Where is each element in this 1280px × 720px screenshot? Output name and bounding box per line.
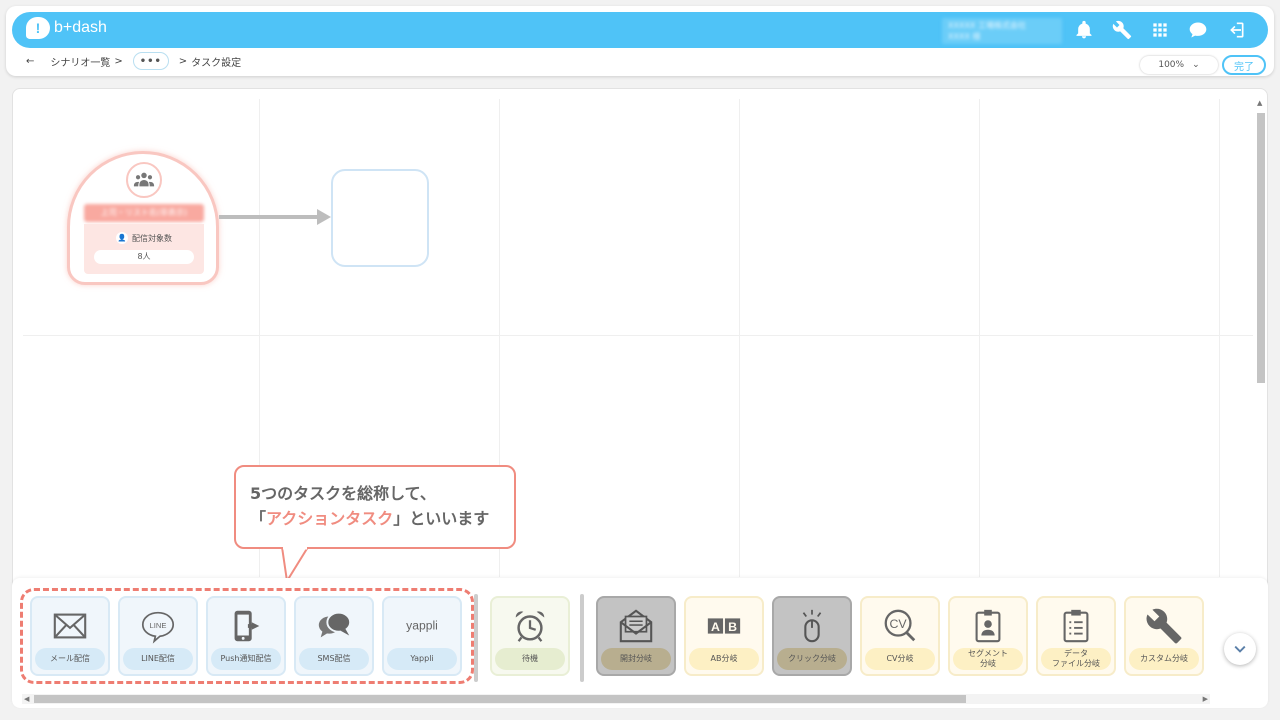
task-ab-branch[interactable]: AB AB分岐 — [684, 596, 764, 676]
user-info[interactable]: XXXXX 工場株式会社 XXXX 様 — [942, 18, 1062, 44]
back-button[interactable]: ← — [26, 56, 34, 67]
task-label: クリック分岐 — [777, 648, 847, 670]
user-company: XXXXX 工場株式会社 — [948, 21, 1026, 30]
logo-text: b+dash — [54, 19, 107, 36]
svg-text:A: A — [711, 620, 720, 634]
start-node-name: 上司・リスト名(非表示) — [84, 204, 204, 222]
callout-annotation: 5つのタスクを総称して、 「アクションタスク」といいます — [234, 465, 516, 549]
person-icon: 👤 — [116, 232, 128, 244]
breadcrumb-separator: > — [178, 55, 188, 67]
logo-mark-icon: ! — [26, 17, 50, 39]
action-tasks-highlight — [20, 588, 474, 684]
task-label: カスタム分岐 — [1129, 648, 1199, 670]
task-cv-branch[interactable]: CV CV分岐 — [860, 596, 940, 676]
start-node-body: 👤 配信対象数 8人 — [84, 224, 204, 274]
palette-divider — [474, 594, 478, 682]
chevron-down-icon — [1234, 645, 1246, 653]
grid-line — [23, 335, 1253, 336]
grid-line — [979, 99, 980, 577]
task-label: データ ファイル分岐 — [1041, 648, 1111, 670]
logo[interactable]: ! b+dash — [26, 17, 107, 39]
task-label: 開封分岐 — [601, 648, 671, 670]
breadcrumb-more-button[interactable]: ••• — [132, 52, 169, 70]
breadcrumb-scenario-list[interactable]: シナリオ一覧 — [50, 54, 110, 69]
target-count: 8人 — [94, 250, 194, 264]
connector-arrow — [219, 209, 331, 225]
breadcrumb-current: タスク設定 — [191, 57, 242, 69]
grid-line — [1219, 99, 1220, 577]
callout-highlight: アクションタスク — [266, 509, 394, 528]
vertical-scroll-thumb[interactable] — [1257, 113, 1265, 383]
scroll-up-icon[interactable]: ▲ — [1257, 99, 1262, 107]
task-click-branch[interactable]: クリック分岐 — [772, 596, 852, 676]
scroll-right-icon[interactable]: ▶ — [1203, 695, 1208, 703]
palette-divider — [580, 594, 584, 682]
task-label: 待機 — [495, 648, 565, 670]
zoom-select[interactable]: 100% ⌄ — [1140, 56, 1218, 74]
ab-icon: AB — [705, 604, 743, 648]
svg-text:B: B — [728, 620, 737, 634]
task-open-branch[interactable]: 開封分岐 — [596, 596, 676, 676]
scroll-left-icon[interactable]: ◀ — [24, 695, 29, 703]
zoom-value: 100% — [1158, 60, 1185, 70]
group-icon — [126, 162, 162, 198]
header: ! b+dash XXXXX 工場株式会社 XXXX 様 ← シナリオ一覧 > … — [6, 6, 1274, 76]
task-label: CV分岐 — [865, 648, 935, 670]
alarm-clock-icon — [511, 604, 549, 648]
expand-palette-button[interactable] — [1224, 633, 1256, 665]
target-label: 配信対象数 — [132, 233, 172, 243]
mouse-icon — [793, 604, 831, 648]
callout-line-2: 「アクションタスク」といいます — [250, 509, 490, 528]
breadcrumb: ← シナリオ一覧 > ••• > タスク設定 — [26, 52, 241, 70]
wrench-icon[interactable] — [1110, 18, 1134, 42]
clipboard-icon — [1057, 604, 1095, 648]
vertical-scrollbar[interactable]: ▲ — [1255, 99, 1265, 579]
logout-icon[interactable] — [1224, 18, 1248, 42]
task-segment-branch[interactable]: セグメント 分岐 — [948, 596, 1028, 676]
task-palette: メール配信 LINE LINE配信 Push通知配信 SMS配信 yappli … — [12, 578, 1268, 708]
horizontal-scrollbar[interactable]: ◀ ▶ — [22, 694, 1210, 704]
empty-task-slot[interactable] — [331, 169, 429, 267]
bell-icon[interactable] — [1072, 18, 1096, 42]
svg-text:CV: CV — [890, 617, 908, 631]
done-button[interactable]: 完了 — [1222, 55, 1266, 75]
callout-line-1: 5つのタスクを総称して、 — [250, 484, 436, 503]
task-label: AB分岐 — [689, 648, 759, 670]
chevron-down-icon: ⌄ — [1192, 60, 1200, 70]
start-node[interactable]: 上司・リスト名(非表示) 👤 配信対象数 8人 — [67, 151, 219, 285]
cv-icon: CV — [881, 604, 919, 648]
task-custom-branch[interactable]: カスタム分岐 — [1124, 596, 1204, 676]
task-datafile-branch[interactable]: データ ファイル分岐 — [1036, 596, 1116, 676]
chat-icon[interactable] — [1186, 18, 1210, 42]
user-name: XXXX 様 — [948, 32, 981, 41]
task-label: セグメント 分岐 — [953, 648, 1023, 670]
id-badge-icon — [969, 604, 1007, 648]
wrench-icon — [1145, 604, 1183, 648]
grid-line — [739, 99, 740, 577]
breadcrumb-separator: > — [114, 55, 123, 67]
horizontal-scroll-thumb[interactable] — [34, 695, 966, 703]
top-bar: ! b+dash XXXXX 工場株式会社 XXXX 様 — [12, 12, 1268, 48]
open-mail-icon — [617, 604, 655, 648]
grid-icon[interactable] — [1148, 18, 1172, 42]
task-wait[interactable]: 待機 — [490, 596, 570, 676]
